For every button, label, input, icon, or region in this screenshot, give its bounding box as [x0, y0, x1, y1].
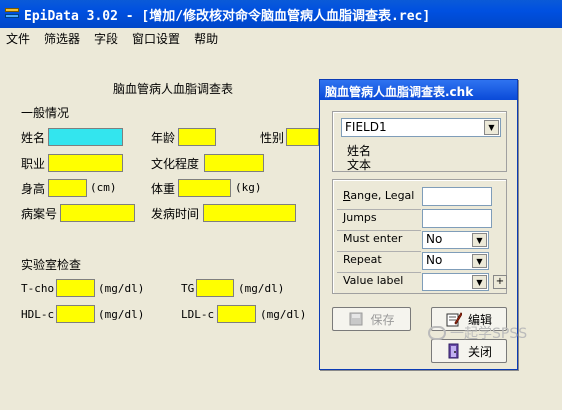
menu-bar: 文件 筛选器 字段 窗口设置 帮助 — [0, 28, 562, 49]
chevron-down-icon[interactable]: ▼ — [472, 254, 487, 268]
gender-field[interactable] — [286, 128, 319, 146]
tg-field[interactable] — [196, 279, 234, 297]
tg-label: TG — [181, 282, 195, 295]
weight-label: 体重 — [151, 182, 176, 196]
chevron-down-icon[interactable]: ▼ — [472, 233, 487, 247]
hdl-label: HDL-c — [21, 308, 55, 321]
field-info-panel: FIELD1 ▼ 姓名 文本 — [332, 111, 507, 172]
watermark: 一起学SPSS — [428, 323, 527, 343]
epidata-app-icon — [4, 6, 20, 22]
save-button-label: 保存 — [370, 312, 395, 327]
height-label: 身高 — [21, 182, 46, 196]
wechat-logo-icon — [428, 326, 446, 340]
gender-label: 性别 — [260, 131, 285, 145]
ldl-field[interactable] — [217, 305, 256, 323]
tcho-field[interactable] — [56, 279, 95, 297]
tg-unit: (mg/dl) — [238, 282, 285, 295]
age-field[interactable] — [178, 128, 216, 146]
section-general: 一般情况 — [21, 106, 70, 120]
height-field[interactable] — [48, 179, 87, 197]
range-legal-label: Range, Legal — [343, 189, 415, 202]
title-bar[interactable]: EpiData 3.02 - [增加/修改核对命令脑血管病人血脂调查表.rec] — [0, 0, 562, 28]
onset-label: 发病时间 — [151, 207, 200, 221]
close-button-label: 关闭 — [467, 344, 492, 359]
field-select[interactable]: FIELD1 ▼ — [341, 118, 501, 137]
occupation-field[interactable] — [48, 154, 123, 172]
weight-unit: (kg) — [235, 181, 262, 194]
weight-field[interactable] — [178, 179, 231, 197]
form-title: 脑血管病人血脂调查表 — [113, 82, 234, 96]
value-label-select[interactable]: ▼ — [422, 273, 489, 291]
save-button[interactable]: 保存 — [332, 307, 411, 331]
must-enter-select[interactable]: No ▼ — [422, 231, 489, 249]
menu-help[interactable]: 帮助 — [194, 30, 218, 47]
field-select-value: FIELD1 — [345, 120, 387, 134]
must-enter-value: No — [426, 232, 443, 246]
range-legal-input[interactable] — [422, 187, 492, 206]
tcho-unit: (mg/dl) — [98, 282, 145, 295]
chk-title: 脑血管病人血脂调查表.chk — [325, 85, 474, 99]
chevron-down-icon[interactable]: ▼ — [472, 275, 487, 289]
education-label: 文化程度 — [151, 157, 200, 171]
ldl-label: LDL-c — [181, 308, 215, 321]
must-enter-label: Must enter — [343, 232, 403, 245]
menu-file[interactable]: 文件 — [6, 30, 30, 47]
window-title: EpiData 3.02 - [增加/修改核对命令脑血管病人血脂调查表.rec] — [24, 8, 431, 24]
field-type-text: 文本 — [347, 158, 372, 172]
tcho-label: T-cho — [21, 282, 55, 295]
hdl-field[interactable] — [56, 305, 95, 323]
repeat-select[interactable]: No ▼ — [422, 252, 489, 270]
caseno-field[interactable] — [60, 204, 135, 222]
chk-title-bar[interactable]: 脑血管病人血脂调查表.chk — [320, 80, 517, 100]
menu-filter[interactable]: 筛选器 — [44, 30, 80, 47]
ldl-unit: (mg/dl) — [260, 308, 307, 321]
height-unit: (cm) — [90, 181, 117, 194]
jumps-label: Jumps — [343, 211, 377, 224]
caseno-label: 病案号 — [21, 207, 58, 221]
menu-window[interactable]: 窗口设置 — [132, 30, 180, 47]
chevron-down-icon[interactable]: ▼ — [484, 120, 499, 135]
section-lab: 实验室检查 — [21, 258, 82, 272]
add-value-label-button[interactable]: + — [493, 275, 507, 289]
save-icon — [349, 312, 363, 326]
age-label: 年龄 — [151, 131, 176, 145]
jumps-input[interactable] — [422, 209, 492, 228]
value-label-label: Value label — [343, 274, 404, 287]
repeat-value: No — [426, 253, 443, 267]
repeat-label: Repeat — [343, 253, 382, 266]
door-exit-icon — [448, 343, 459, 359]
education-field[interactable] — [204, 154, 264, 172]
onset-field[interactable] — [203, 204, 296, 222]
check-rules-panel: Range, Legal Jumps Must enter No ▼ Repea… — [332, 179, 507, 294]
menu-fields[interactable]: 字段 — [94, 30, 118, 47]
hdl-unit: (mg/dl) — [98, 308, 145, 321]
name-label: 姓名 — [21, 131, 46, 145]
occupation-label: 职业 — [21, 157, 46, 171]
name-field[interactable] — [48, 128, 123, 146]
